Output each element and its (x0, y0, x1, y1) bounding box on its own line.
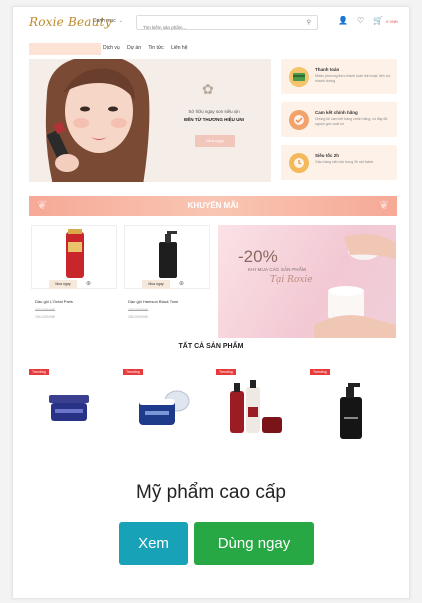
add-to-cart-icon[interactable]: ⊕ (86, 280, 91, 287)
benefit-fast-delivery: Siêu tốc 2h Giao hàng siêu tốc trong 2h … (281, 145, 397, 180)
buy-now-button[interactable]: Mua ngay (49, 280, 77, 289)
section-title: TẤT CẢ SẢN PHẨM (178, 343, 244, 350)
chevron-down-icon: ⌄ (118, 18, 123, 24)
header-icons: 👤 ♡ 🛒 0 VNĐ (338, 16, 407, 25)
site-header: Roxie Beauty Danh mục⌄ ⚲ 👤♡🛒0 VNĐ (13, 7, 409, 39)
benefit-payment: Thanh toán Nhiều phương thức thanh toán … (281, 59, 397, 94)
product-price: 150.000VNĐ (35, 315, 56, 319)
product-image (230, 380, 282, 433)
product-card[interactable]: Mua ngay ⊕ Dầu gội L'Oréal Paris 200.000… (31, 225, 117, 338)
trending-badge: Trending (310, 369, 330, 375)
view-button[interactable]: Xem (119, 522, 188, 565)
benefit-desc: Chúng tôi cam kết hàng chính hãng, có đầ… (315, 117, 388, 126)
discount-brand: Tại Roxie (270, 275, 313, 285)
benefit-title: Thanh toán (315, 67, 340, 72)
product-card[interactable]: Trending (29, 369, 109, 444)
badge-icon (289, 110, 309, 130)
leaf-sprig-icon: ✿ (202, 81, 214, 97)
hero-text-block: ✿ Sở hữu ngay son siêu xịn ĐẾN TỪ THƯƠNG… (157, 59, 271, 182)
clock-icon (289, 153, 309, 173)
promo-title: KHUYẾN MÃI (187, 201, 239, 210)
payment-icon (289, 67, 309, 87)
benefit-title: Cam kết chính hãng (315, 110, 358, 115)
heart-icon[interactable]: ♡ (357, 16, 364, 25)
category-dropdown[interactable]: Danh mục ⌄ (93, 18, 123, 24)
product-old-price: 400.000VNĐ (128, 308, 149, 312)
category-menu-bar[interactable] (29, 43, 101, 55)
trending-badge: Trending (123, 369, 143, 375)
product-card[interactable]: Trending (123, 369, 203, 444)
product-name[interactable]: Dầu gội Hamson Black Tone (128, 299, 178, 304)
product-image (340, 383, 362, 439)
main-nav: Dịch vụ Dự án Tin tức Liên hệ (13, 39, 409, 57)
trending-badge: Trending (29, 369, 49, 375)
product-old-price: 200.000VNĐ (35, 308, 56, 312)
nav-link-services[interactable]: Dịch vụ (103, 45, 120, 51)
product-card[interactable]: Trending (216, 369, 296, 444)
cta-title: Mỹ phẩm cao cấp (136, 482, 286, 503)
hero-subtitle: Sở hữu ngay son siêu xịn (188, 109, 240, 114)
search-input[interactable] (137, 21, 287, 34)
nav-link-contact[interactable]: Liên hệ (171, 45, 187, 51)
discount-subtitle: KHI MUA CÁC SẢN PHẨM (248, 267, 307, 272)
nav-link-news[interactable]: Tin tức (148, 45, 163, 51)
buy-now-button[interactable]: Mua ngay (142, 280, 170, 289)
add-to-cart-icon[interactable]: ⊕ (179, 280, 184, 287)
search-icon[interactable]: ⚲ (307, 19, 311, 26)
benefit-authentic: Cam kết chính hãng Chúng tôi cam kết hàn… (281, 102, 397, 137)
nav-link-projects[interactable]: Dự án (127, 45, 141, 51)
product-image (139, 390, 190, 425)
discount-banner[interactable]: -20% KHI MUA CÁC SẢN PHẨM Tại Roxie (218, 225, 396, 338)
benefit-title: Siêu tốc 2h (315, 153, 340, 158)
trending-badge: Trending (216, 369, 236, 375)
hand-cream-image (314, 234, 396, 338)
search-box: ⚲ (136, 15, 318, 34)
nav-links: Dịch vụ Dự án Tin tức Liên hệ (103, 45, 194, 51)
product-name[interactable]: Dầu gội L'Oréal Paris (35, 299, 73, 304)
product-card[interactable]: Mua ngay ⊕ Dầu gội Hamson Black Tone 400… (124, 225, 210, 338)
promo-banner: ❦ ❦ KHUYẾN MÃI (29, 196, 397, 216)
product-price: 280.000VNĐ (128, 315, 149, 319)
page-frame: Roxie Beauty Danh mục⌄ ⚲ 👤♡🛒0 VNĐ Dịch v… (12, 6, 410, 599)
discount-percent: -20% (238, 247, 278, 266)
hero-banner: ✿ Sở hữu ngay son siêu xịn ĐẾN TỪ THƯƠNG… (29, 59, 271, 182)
user-icon[interactable]: 👤 (338, 16, 348, 25)
benefit-desc: Giao hàng siêu tốc trong 2h nội thành (315, 160, 374, 164)
hero-title: ĐẾN TỪ THƯƠNG HIỆU UNI (184, 117, 244, 122)
product-image (49, 395, 89, 421)
benefit-desc: Nhiều phương thức thanh toán linh hoạt, … (315, 74, 391, 83)
category-label: Danh mục (93, 18, 116, 24)
model-image (45, 59, 150, 182)
cart-icon[interactable]: 🛒 (373, 16, 383, 25)
product-card[interactable]: Trending (310, 369, 390, 444)
use-now-button[interactable]: Dùng ngay (194, 522, 314, 565)
hero-buy-button[interactable]: Mua ngay (195, 135, 235, 147)
cart-total: 0 VNĐ (386, 19, 398, 24)
